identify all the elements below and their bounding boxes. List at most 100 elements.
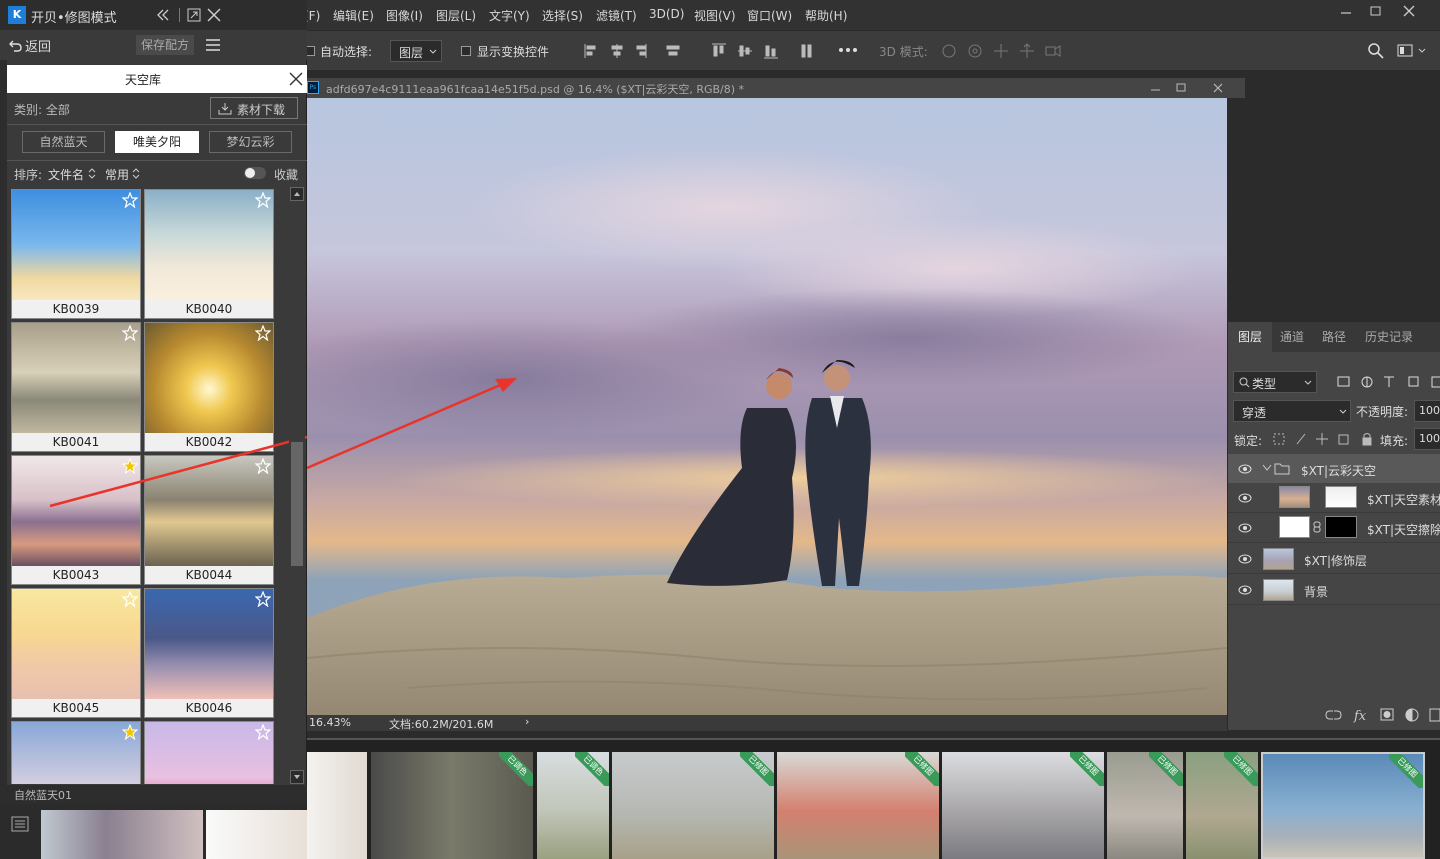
doc-size: 文档:60.2M/201.6M xyxy=(389,718,494,731)
layers-panel: 图层 通道 路径 历史记录 类型 穿透 不透明度: 100% 锁定: 填充: 1… xyxy=(1227,322,1440,730)
visibility-eye-icon[interactable] xyxy=(1238,492,1252,504)
status-bar: 16.43% 文档:60.2M/201.6M › xyxy=(307,715,1227,731)
visibility-eye-icon[interactable] xyxy=(1238,522,1252,534)
scroll-down-button[interactable] xyxy=(290,770,304,784)
doc-minimize-icon[interactable] xyxy=(1148,81,1164,95)
annotation-arrow xyxy=(307,378,517,470)
workspace-background xyxy=(1245,70,1440,322)
close-icon[interactable] xyxy=(1398,3,1420,19)
layer-thumbnail xyxy=(1279,516,1310,538)
blend-mode-dropdown[interactable]: 穿透 xyxy=(1233,400,1351,422)
layer-filter-icons[interactable] xyxy=(1336,374,1440,390)
status-badge: 已修图 xyxy=(740,752,774,786)
tab-paths[interactable]: 路径 xyxy=(1314,322,1354,352)
film-thumb-selected[interactable]: 已修图 xyxy=(1261,752,1425,859)
menu-layer[interactable]: 图层(L) xyxy=(436,7,476,24)
tab-channels[interactable]: 通道 xyxy=(1272,322,1312,352)
folder-icon xyxy=(1274,463,1290,475)
doc-restore-icon[interactable] xyxy=(1173,81,1189,95)
workspace-icon[interactable] xyxy=(1397,43,1427,59)
visibility-eye-icon[interactable] xyxy=(1238,584,1252,596)
film-thumb[interactable]: 已修图 xyxy=(1107,752,1183,859)
status-badge: 已修图 xyxy=(905,752,939,786)
film-thumb[interactable]: 已修图 xyxy=(1186,752,1258,859)
film-thumb[interactable]: 已修图 xyxy=(612,752,774,859)
layer-filter-dropdown[interactable]: 类型 xyxy=(1233,371,1317,393)
3d-mode-icons[interactable] xyxy=(940,42,1070,60)
fill-input[interactable]: 100% xyxy=(1414,428,1440,450)
layer-name: $XT|天空素材 xyxy=(1367,493,1440,507)
group-expand-chevron-icon[interactable] xyxy=(1262,464,1272,472)
film-thumb[interactable] xyxy=(206,810,307,859)
align-icons[interactable] xyxy=(582,42,822,60)
more-options-icon[interactable] xyxy=(838,45,858,55)
fill-value: 100% xyxy=(1419,432,1440,445)
tab-layers[interactable]: 图层 xyxy=(1228,322,1272,352)
restore-icon[interactable] xyxy=(1365,3,1387,19)
tab-history[interactable]: 历史记录 xyxy=(1356,322,1422,352)
zoom-level[interactable]: 16.43% xyxy=(309,716,351,729)
layer-name: $XT|修饰层 xyxy=(1304,554,1368,568)
layer-row-group[interactable]: $XT|云彩天空 xyxy=(1228,454,1440,484)
blend-mode-value: 穿透 xyxy=(1242,406,1267,420)
ps-menubar: Ps 文件(F) 编辑(E) 图像(I) 图层(L) 文字(Y) 选择(S) 滤… xyxy=(232,0,1440,30)
filmstrip-left xyxy=(0,804,307,859)
film-thumb[interactable]: 已修图 xyxy=(777,752,939,859)
menu-edit[interactable]: 编辑(E) xyxy=(333,7,374,24)
layer-row-retouch[interactable]: $XT|修饰层 xyxy=(1228,544,1440,574)
ps-doc-icon: Ps xyxy=(307,81,319,94)
search-icon[interactable] xyxy=(1367,42,1385,60)
lock-icons[interactable] xyxy=(1272,431,1372,447)
menu-type[interactable]: 文字(Y) xyxy=(489,7,530,24)
film-thumb[interactable]: 已修图 xyxy=(942,752,1104,859)
menu-select[interactable]: 选择(S) xyxy=(542,7,583,24)
layer-filter-value: 类型 xyxy=(1252,377,1277,391)
filmstrip-divider xyxy=(307,731,1440,740)
visibility-eye-icon[interactable] xyxy=(1238,463,1252,475)
show-transform-label: 显示变换控件 xyxy=(477,45,550,59)
film-thumb[interactable]: 已调色 xyxy=(371,752,533,859)
document-canvas[interactable] xyxy=(307,98,1227,715)
scrollbar[interactable] xyxy=(289,187,305,784)
menu-view[interactable]: 视图(V) xyxy=(694,7,736,24)
film-thumb[interactable]: 已调色 xyxy=(537,752,609,859)
scroll-up-button[interactable] xyxy=(290,187,304,201)
layers-footer-icons[interactable]: fx xyxy=(1324,706,1440,724)
auto-select-value: 图层 xyxy=(399,46,424,60)
menu-help[interactable]: 帮助(H) xyxy=(805,7,847,24)
doc-close-icon[interactable] xyxy=(1210,81,1226,95)
layer-row-background[interactable]: 背景 xyxy=(1228,575,1440,605)
menu-window[interactable]: 窗口(W) xyxy=(747,7,792,24)
show-transform-checkbox[interactable] xyxy=(461,46,471,56)
auto-select-label: 自动选择: xyxy=(320,45,373,59)
minimize-icon[interactable] xyxy=(1335,3,1357,19)
link-chain-icon xyxy=(1313,521,1321,533)
layer-thumbnail xyxy=(1279,486,1310,508)
layer-thumbnail xyxy=(1263,579,1294,601)
menu-filter[interactable]: 滤镜(T) xyxy=(596,7,637,24)
3d-mode-label: 3D 模式: xyxy=(879,45,928,59)
menu-image[interactable]: 图像(I) xyxy=(386,7,423,24)
list-view-icon[interactable] xyxy=(11,816,29,832)
scroll-thumb[interactable] xyxy=(291,442,303,566)
status-badge: 已修图 xyxy=(1389,754,1423,788)
film-thumb[interactable] xyxy=(41,810,203,859)
layer-name: 背景 xyxy=(1304,585,1329,599)
layers-tabs: 图层 通道 路径 历史记录 xyxy=(1228,322,1440,352)
film-thumb[interactable] xyxy=(307,752,367,859)
plugin-footer: 自然蓝天01 xyxy=(7,785,307,804)
fill-label: 填充: xyxy=(1380,434,1409,448)
menu-3d[interactable]: 3D(D) xyxy=(649,7,684,21)
status-more-arrow[interactable]: › xyxy=(525,715,529,728)
status-badge: 已修图 xyxy=(1070,752,1104,786)
document-window-titlebar: Ps adfd697e4c9111eaa961fcaa14e51f5d.psd … xyxy=(307,78,1245,98)
opacity-input[interactable]: 100% xyxy=(1414,400,1440,422)
visibility-eye-icon[interactable] xyxy=(1238,553,1252,565)
layer-row-sky-material[interactable]: $XT|天空素材 xyxy=(1228,483,1440,513)
status-badge: 已调色 xyxy=(575,752,609,786)
layer-row-sky-erase[interactable]: $XT|天空擦除 xyxy=(1228,513,1440,543)
opacity-value: 100% xyxy=(1419,404,1440,417)
auto-select-dropdown[interactable]: 图层 xyxy=(390,40,442,62)
plugin-panel: K 开贝•修图模式 返回 保存配方 天空库 类别: 全部 素材下载 自然蓝天 唯… xyxy=(0,0,307,804)
options-bar: 自动选择: 图层 显示变换控件 3D 模式: xyxy=(232,30,1440,70)
